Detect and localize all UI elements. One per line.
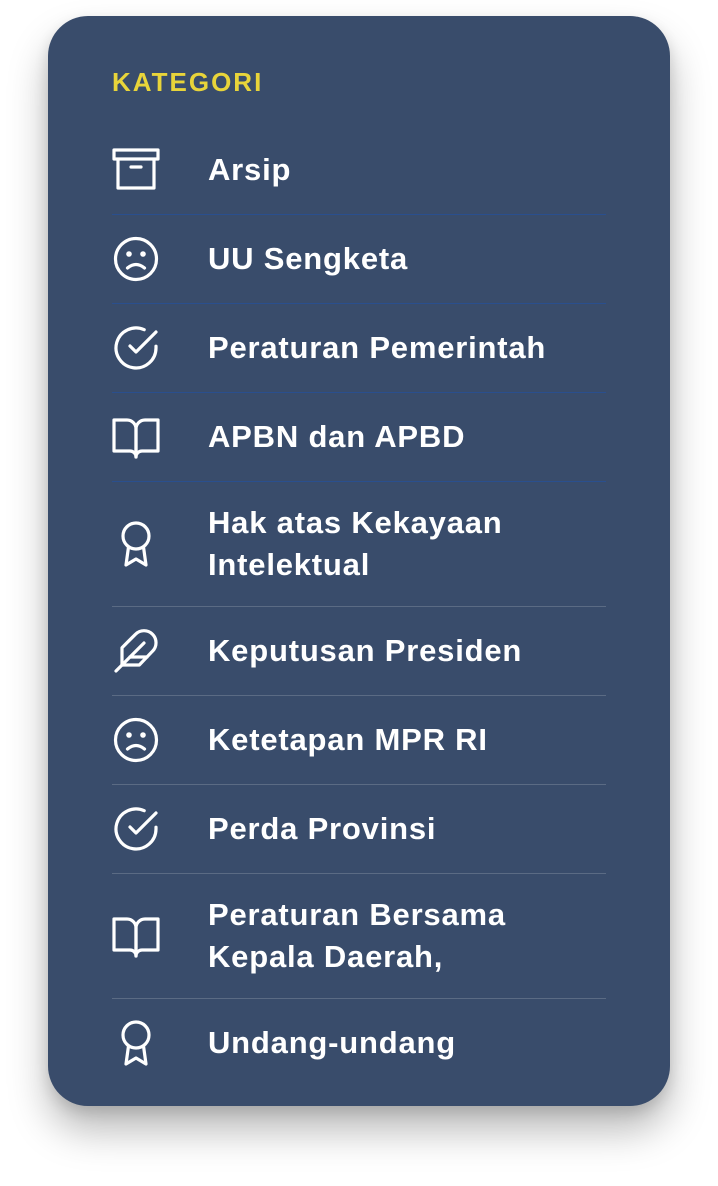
frown-face-icon — [112, 716, 160, 764]
frown-face-icon — [112, 235, 160, 283]
award-icon — [112, 1019, 160, 1067]
check-circle-icon — [112, 805, 160, 853]
category-label: UU Sengketa — [208, 241, 409, 276]
category-label: Undang-undang — [208, 1025, 457, 1060]
category-item-apbn-dan-apbd[interactable]: APBN dan APBD — [112, 393, 606, 482]
category-item-peraturan-pemerintah[interactable]: Peraturan Pemerintah — [112, 304, 606, 393]
category-label: Peraturan Pemerintah — [208, 330, 547, 365]
category-item-ketetapan-mpr-ri[interactable]: Ketetapan MPR RI — [112, 696, 606, 785]
category-item-hak-atas-kekayaan-intelektual[interactable]: Hak atas Kekayaan Intelektual — [112, 482, 606, 607]
category-label: APBN dan APBD — [208, 419, 466, 454]
archive-icon — [112, 146, 160, 194]
category-label: Hak atas Kekayaan Intelektual — [208, 505, 503, 582]
category-heading: KATEGORI — [112, 67, 264, 97]
category-item-perda-provinsi[interactable]: Perda Provinsi — [112, 785, 606, 874]
category-item-arsip[interactable]: Arsip — [112, 126, 606, 215]
category-label: Keputusan Presiden — [208, 633, 523, 668]
category-item-peraturan-bersama-kepala-daerah[interactable]: Peraturan Bersama Kepala Daerah, — [112, 874, 606, 999]
category-list: Arsip UU Sengketa Peraturan Pemerintah A… — [112, 126, 606, 1087]
open-book-icon — [112, 413, 160, 461]
feather-icon — [112, 627, 160, 675]
open-book-icon — [112, 912, 160, 960]
award-icon — [112, 520, 160, 568]
category-item-keputusan-presiden[interactable]: Keputusan Presiden — [112, 607, 606, 696]
category-label: Ketetapan MPR RI — [208, 722, 488, 757]
category-item-uu-sengketa[interactable]: UU Sengketa — [112, 215, 606, 304]
category-label: Peraturan Bersama Kepala Daerah, — [208, 897, 506, 974]
category-label: Arsip — [208, 152, 292, 187]
category-label: Perda Provinsi — [208, 811, 437, 846]
check-circle-icon — [112, 324, 160, 372]
category-item-undang-undang[interactable]: Undang-undang — [112, 999, 606, 1087]
category-card: KATEGORI Arsip UU Sengketa Peraturan Pem… — [48, 16, 670, 1106]
